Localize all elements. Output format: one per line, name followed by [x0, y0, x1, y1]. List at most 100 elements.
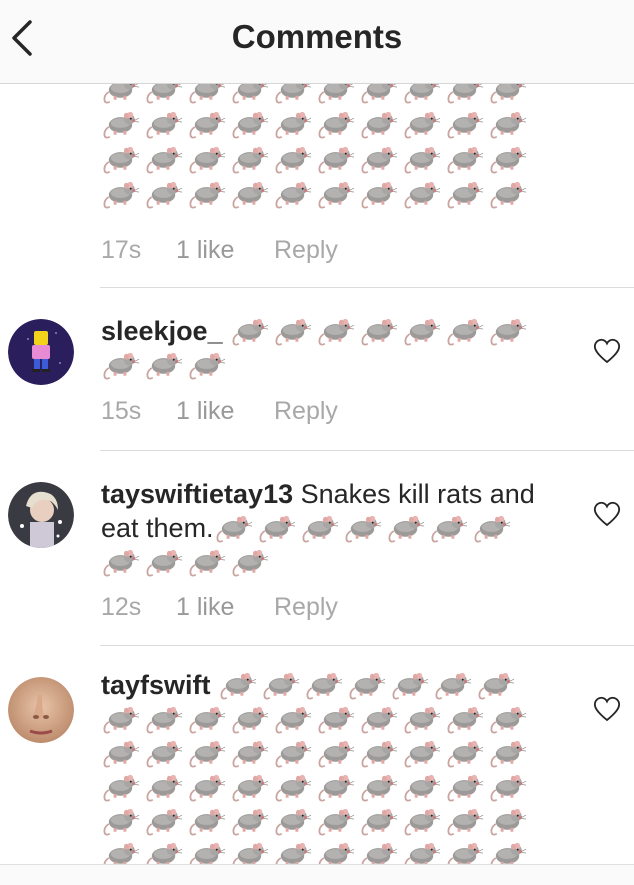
rat-icon — [447, 807, 484, 836]
comment-username[interactable]: sleekjoe_ — [101, 316, 223, 346]
rat-icon — [275, 180, 312, 209]
rat-icon — [189, 841, 226, 864]
comment-likes[interactable]: 1 like — [176, 397, 274, 426]
rat-icon — [361, 705, 398, 734]
rat-icon — [232, 773, 269, 802]
comment-time: 17s — [101, 236, 142, 264]
rat-icon — [189, 773, 226, 802]
rat-icon — [361, 841, 398, 864]
rat-icon — [275, 739, 312, 768]
rat-icon — [447, 110, 484, 139]
rat-icon — [447, 705, 484, 734]
rat-icon — [189, 145, 226, 174]
rat-icon — [392, 671, 429, 700]
rat-icon — [275, 317, 313, 346]
comment-item: tayfswift — [0, 646, 634, 864]
rat-icon — [361, 84, 398, 104]
rat-icon — [361, 739, 398, 768]
rat-icon — [103, 180, 140, 209]
rat-icon — [361, 317, 399, 346]
rat-icon — [103, 807, 140, 836]
comment-body: tayswiftietay13 Snakes kill rats and eat… — [101, 477, 547, 579]
comment-likes[interactable]: 1 like — [176, 236, 274, 265]
rat-icon — [490, 773, 527, 802]
rat-icon — [404, 807, 441, 836]
comment-time: 12s — [101, 593, 142, 621]
rat-icon — [216, 514, 253, 543]
rat-icon — [318, 705, 355, 734]
rat-icon — [474, 514, 511, 543]
comment-meta: 12s 1 like Reply — [101, 593, 338, 622]
rat-icon — [404, 705, 441, 734]
rat-icon — [431, 514, 468, 543]
rat-icon — [189, 705, 226, 734]
avatar[interactable] — [8, 482, 74, 548]
rat-icon — [318, 841, 355, 864]
top-bar: Comments — [0, 0, 634, 84]
rat-icon — [447, 84, 484, 104]
rat-icon — [361, 180, 398, 209]
rat-icon — [189, 84, 226, 104]
rat-icon — [146, 180, 183, 209]
comment-body — [101, 84, 547, 212]
rat-icon — [232, 84, 269, 104]
comment-likes[interactable]: 1 like — [176, 593, 274, 622]
heart-icon — [593, 696, 621, 722]
avatar[interactable] — [8, 319, 74, 385]
rat-icon — [189, 351, 226, 380]
comment-item: 17s 1 like Reply — [0, 84, 634, 287]
rat-icon — [232, 739, 269, 768]
bottom-bar — [0, 864, 634, 885]
rat-icon — [447, 773, 484, 802]
rat-icon — [189, 110, 226, 139]
rat-icon — [361, 773, 398, 802]
avatar[interactable] — [8, 677, 74, 743]
rat-icon — [259, 514, 296, 543]
rat-icon — [490, 317, 528, 346]
rat-icon — [490, 807, 527, 836]
rat-icon — [361, 145, 398, 174]
avatar-image — [8, 677, 74, 743]
comments-list[interactable]: 17s 1 like Reply sleekjoe_ 15s 1 like Re… — [0, 84, 634, 864]
rat-icon — [103, 548, 140, 577]
rat-icon — [490, 739, 527, 768]
rat-icon — [275, 705, 312, 734]
rat-icon — [232, 110, 269, 139]
comment-item: sleekjoe_ 15s 1 like Reply — [0, 288, 634, 450]
avatar-image — [8, 482, 74, 548]
heart-icon — [593, 501, 621, 527]
avatar-image — [8, 319, 74, 385]
reply-button[interactable]: Reply — [274, 397, 338, 426]
rat-icon — [232, 317, 270, 346]
rat-icon — [318, 807, 355, 836]
rat-icon — [103, 773, 140, 802]
like-button[interactable] — [593, 501, 621, 527]
rat-icon — [103, 739, 140, 768]
rat-icon — [447, 739, 484, 768]
comment-username[interactable]: tayfswift — [101, 670, 211, 700]
rat-icon — [275, 841, 312, 864]
heart-icon — [593, 338, 621, 364]
comment-time: 15s — [101, 397, 142, 425]
rat-icon — [103, 351, 140, 380]
rat-icon — [275, 145, 312, 174]
like-button[interactable] — [593, 338, 621, 364]
rat-icon — [490, 180, 527, 209]
rat-icon — [404, 773, 441, 802]
rat-icon — [306, 671, 343, 700]
rat-icon — [345, 514, 382, 543]
comment-item: tayswiftietay13 Snakes kill rats and eat… — [0, 451, 634, 645]
comment-body: tayfswift — [101, 668, 547, 864]
reply-button[interactable]: Reply — [274, 593, 338, 622]
rat-icon — [447, 317, 485, 346]
rat-icon — [146, 84, 183, 104]
like-button[interactable] — [593, 696, 621, 722]
rat-icon — [490, 84, 527, 104]
comment-username[interactable]: tayswiftietay13 — [101, 479, 293, 509]
rat-icon — [232, 548, 269, 577]
rat-icon — [146, 705, 183, 734]
rat-icon — [404, 739, 441, 768]
reply-button[interactable]: Reply — [274, 236, 338, 265]
rat-icon — [318, 317, 356, 346]
rat-icon — [146, 773, 183, 802]
